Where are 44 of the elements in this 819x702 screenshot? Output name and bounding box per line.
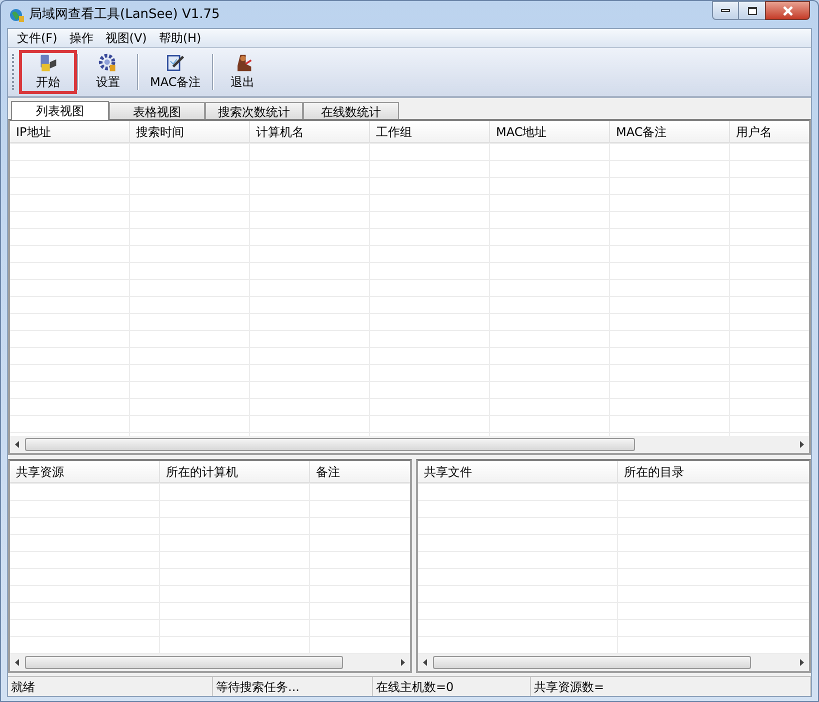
scroll-left-icon[interactable] <box>423 659 427 666</box>
column-header[interactable]: MAC地址 <box>490 121 610 142</box>
menu-item[interactable]: 帮助(H) <box>154 29 206 47</box>
column-header[interactable]: 用户名 <box>730 121 809 142</box>
tab[interactable]: 在线数统计 <box>303 102 399 119</box>
menu-item[interactable]: 操作 <box>64 29 98 47</box>
column-header[interactable]: 备注 <box>310 461 410 482</box>
horizontal-scrollbar[interactable] <box>418 654 809 671</box>
column-header[interactable]: 共享资源 <box>10 461 160 482</box>
column-header[interactable]: MAC备注 <box>610 121 730 142</box>
column-header[interactable]: 所在的目录 <box>618 461 809 482</box>
close-icon <box>782 6 794 16</box>
tab[interactable]: 列表视图 <box>11 101 109 120</box>
column-header[interactable]: 共享文件 <box>418 461 618 482</box>
maximize-button[interactable] <box>739 1 765 20</box>
globe-icon <box>9 6 25 22</box>
menu-item[interactable]: 视图(V) <box>100 29 152 47</box>
column-header[interactable]: 工作组 <box>370 121 490 142</box>
toolbar-button[interactable]: 设置 <box>79 50 137 94</box>
menu-item[interactable]: 文件(F) <box>12 29 62 47</box>
toolbar-button[interactable]: 退出 <box>214 50 272 94</box>
column-header[interactable]: 所在的计算机 <box>160 461 310 482</box>
toolbar-button[interactable]: 开始 <box>19 50 77 94</box>
scroll-right-icon[interactable] <box>800 659 804 666</box>
horizontal-scrollbar[interactable] <box>10 436 809 453</box>
toolbar-button[interactable]: MAC备注 <box>139 50 212 94</box>
status-text: 等待搜索任务... <box>213 677 373 696</box>
close-button[interactable] <box>765 1 810 20</box>
scroll-right-icon[interactable] <box>401 659 405 666</box>
column-header[interactable]: 计算机名 <box>250 121 370 142</box>
status-text: 共享资源数= <box>531 677 811 696</box>
status-text: 在线主机数=0 <box>373 677 531 696</box>
horizontal-scrollbar[interactable] <box>10 654 410 671</box>
column-header[interactable]: IP地址 <box>10 121 130 142</box>
document-pen-icon <box>164 53 186 73</box>
column-header[interactable]: 搜索时间 <box>130 121 250 142</box>
status-text: 就绪 <box>8 677 213 696</box>
tab[interactable]: 表格视图 <box>109 102 205 119</box>
window-title: 局域网查看工具(LanSee) V1.75 <box>29 6 220 24</box>
tab[interactable]: 搜索次数统计 <box>205 102 303 119</box>
scroll-left-icon[interactable] <box>15 659 19 666</box>
scroll-right-icon[interactable] <box>800 441 804 448</box>
scroll-left-icon[interactable] <box>15 441 19 448</box>
minimize-button[interactable] <box>712 1 739 20</box>
